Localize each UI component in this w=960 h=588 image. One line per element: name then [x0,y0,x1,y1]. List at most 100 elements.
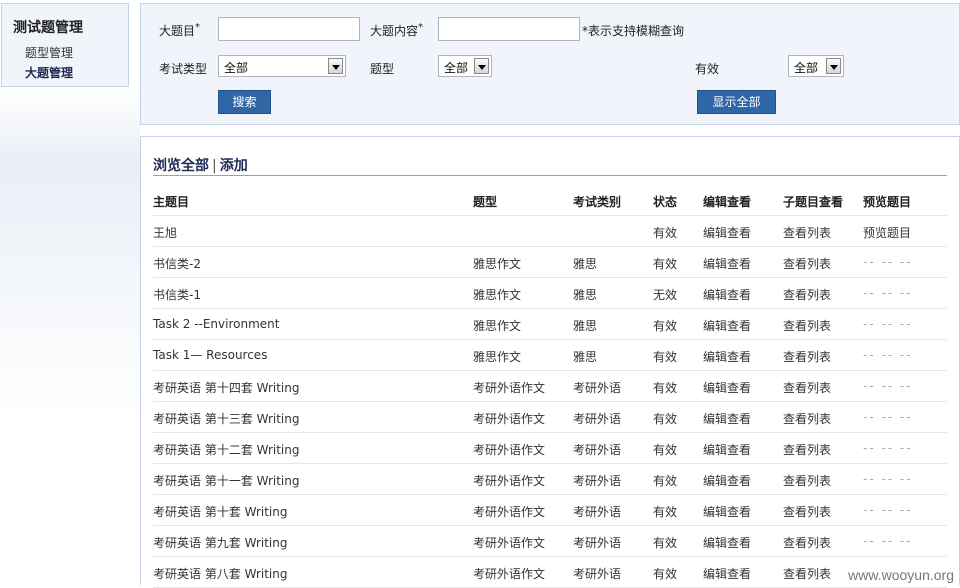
row-type: 雅思作文 [473,319,522,333]
view-list-link[interactable]: 查看列表 [783,503,831,520]
row-type: 雅思作文 [473,350,522,364]
column-header-title: 主题目 [153,195,190,209]
row-status: 有效 [653,412,678,426]
table-row: Task 1— Resources 雅思作文 雅思 有效 编辑查看 查看列表 -- -- -… [153,340,947,371]
row-category: 考研外语 [573,536,622,550]
table-row: 考研英语 第十一套 Writing 考研外语作文 考研外语 有效 编辑查看 查看列表 -- … [153,464,947,495]
preview-placeholder: -- -- -- [863,348,913,362]
edit-view-link[interactable]: 编辑查看 [703,224,751,241]
chevron-down-icon[interactable] [474,58,489,74]
row-category: 考研外语 [573,443,622,457]
edit-view-link[interactable]: 编辑查看 [703,565,751,582]
edit-view-link[interactable]: 编辑查看 [703,286,751,303]
edit-view-link[interactable]: 编辑查看 [703,255,751,272]
preview-placeholder: -- -- -- [863,441,913,455]
content-input[interactable] [438,17,580,41]
sidebar-item-question-type-management[interactable]: 题型管理 [25,44,73,61]
sidebar-background [0,0,140,585]
title-input[interactable] [218,17,360,41]
preview-link[interactable]: 预览题目 [863,224,911,241]
table-row: 考研英语 第八套 Writing考研外语作文考研外语有效编辑查看查看列表-- -… [153,557,947,588]
row-title: 书信类-2 [153,257,201,271]
row-status: 有效 [653,257,678,271]
view-list-link[interactable]: 查看列表 [783,317,831,334]
fuzzy-query-hint: *表示支持模糊查询 [582,24,685,38]
edit-view-link[interactable]: 编辑查看 [703,410,751,427]
exam-type-label: 考试类型 [159,62,208,76]
view-list-link[interactable]: 查看列表 [783,441,831,458]
row-category: 考研外语 [573,474,622,488]
table-row: 王旭 有效 编辑查看 查看列表 预览题目 [153,216,947,247]
row-status: 有效 [653,319,678,333]
row-category: 雅思 [573,350,598,364]
view-list-link[interactable]: 查看列表 [783,410,831,427]
view-list-link[interactable]: 查看列表 [783,565,831,582]
row-type: 考研外语作文 [473,443,546,457]
row-category: 考研外语 [573,381,622,395]
row-status: 有效 [653,567,678,581]
row-title: Task 1— Resources [153,348,268,362]
sidebar: 测试题管理 题型管理 大题管理 [1,3,129,87]
row-status: 有效 [653,536,678,550]
exam-type-select[interactable]: 全部 [218,55,346,77]
preview-placeholder: -- -- -- [863,379,913,393]
view-list-link[interactable]: 查看列表 [783,472,831,489]
edit-view-link[interactable]: 编辑查看 [703,503,751,520]
preview-placeholder: -- -- -- [863,503,913,517]
view-list-link[interactable]: 查看列表 [783,348,831,365]
preview-placeholder: -- -- -- [863,255,913,269]
edit-view-link[interactable]: 编辑查看 [703,534,751,551]
question-type-select[interactable]: 全部 [438,55,492,77]
table-row: 考研英语 第十四套 Writing 考研外语作文 考研外语 有效 编辑查看 查看列表 -- … [153,371,947,402]
valid-label: 有效 [695,62,720,76]
preview-placeholder: -- -- -- [863,410,913,424]
title-label: 大题目* [159,22,201,38]
view-list-link[interactable]: 查看列表 [783,534,831,551]
row-status: 有效 [653,505,678,519]
edit-view-link[interactable]: 编辑查看 [703,379,751,396]
search-button[interactable]: 搜索 [218,90,271,114]
column-header-preview: 预览题目 [863,195,912,209]
row-title: 考研英语 第十二套 Writing [153,443,300,457]
required-mark: * [195,22,201,33]
add-link[interactable]: 添加 [220,158,248,174]
show-all-button[interactable]: 显示全部 [697,90,776,114]
edit-view-link[interactable]: 编辑查看 [703,348,751,365]
preview-placeholder: -- -- -- [863,534,913,548]
row-title: 王旭 [153,226,178,240]
row-type: 雅思作文 [473,288,522,302]
valid-select[interactable]: 全部 [788,55,844,77]
sidebar-item-major-question-management[interactable]: 大题管理 [25,64,73,81]
row-title: 考研英语 第八套 Writing [153,567,288,581]
view-list-link[interactable]: 查看列表 [783,255,831,272]
view-list-link[interactable]: 查看列表 [783,379,831,396]
valid-value: 全部 [794,61,819,75]
edit-view-link[interactable]: 编辑查看 [703,441,751,458]
browse-all-link[interactable]: 浏览全部 [153,158,209,174]
table-row: 书信类-1 雅思作文 雅思 无效 编辑查看 查看列表 -- -- -- [153,278,947,309]
sidebar-title: 测试题管理 [13,20,83,36]
row-status: 有效 [653,226,678,240]
list-header: 浏览全部 | 添加 [153,155,947,176]
table-row: 书信类-2 雅思作文 雅思 有效 编辑查看 查看列表 -- -- -- [153,247,947,278]
row-type: 考研外语作文 [473,381,546,395]
row-title: 考研英语 第九套 Writing [153,536,288,550]
edit-view-link[interactable]: 编辑查看 [703,472,751,489]
table-header: 主题目 题型 考试类别 状态 编辑查看 子题目查看 预览题目 [153,185,947,216]
row-category: 考研外语 [573,505,622,519]
column-header-status: 状态 [653,195,678,209]
content-label: 大题内容* [370,22,424,38]
table-row: 考研英语 第十二套 Writing 考研外语作文 考研外语 有效 编辑查看 查看列表 -- … [153,433,947,464]
row-category: 雅思 [573,257,598,271]
row-category: 考研外语 [573,567,622,581]
chevron-down-icon[interactable] [328,58,343,74]
edit-view-link[interactable]: 编辑查看 [703,317,751,334]
table-row: 考研英语 第十三套 Writing 考研外语作文 考研外语 有效 编辑查看 查看列表 -- … [153,402,947,433]
chevron-down-icon[interactable] [826,58,841,74]
view-list-link[interactable]: 查看列表 [783,286,831,303]
header-separator: | [212,158,217,174]
view-list-link[interactable]: 查看列表 [783,224,831,241]
watermark: www.wooyun.org [848,567,954,583]
row-status: 有效 [653,350,678,364]
row-title: 考研英语 第十四套 Writing [153,381,300,395]
